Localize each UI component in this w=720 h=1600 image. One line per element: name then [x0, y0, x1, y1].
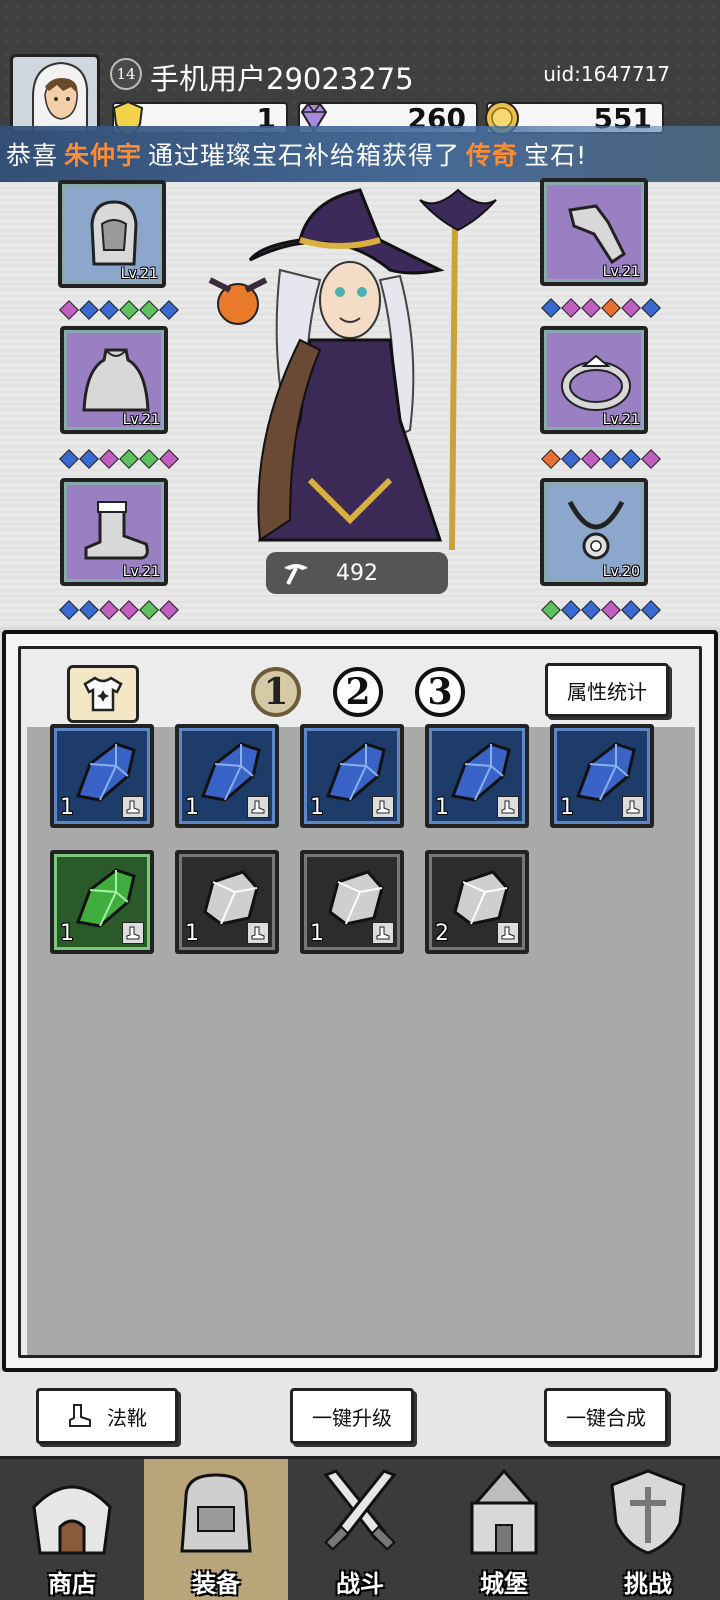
nav-label: 城堡	[480, 1570, 528, 1598]
attribute-stats-button[interactable]: 属性统计	[545, 663, 669, 717]
item-count: 1	[185, 921, 199, 946]
nav-label: 战斗	[336, 1570, 384, 1598]
power-display: 492	[266, 552, 448, 594]
slot-level: Lv.21	[122, 412, 160, 428]
page-tab-1[interactable]: 1	[251, 667, 301, 717]
banner-middle: 通过璀璨宝石补给箱获得了	[148, 141, 461, 170]
nav-battle[interactable]: 战斗	[288, 1459, 432, 1600]
shirt-icon	[83, 676, 123, 712]
inventory-item[interactable]: 1	[425, 724, 529, 828]
inventory-item[interactable]: 1	[50, 724, 154, 828]
nav-castle[interactable]: 城堡	[432, 1459, 576, 1600]
inventory-item[interactable]: 1	[175, 850, 279, 954]
username: 手机用户29023275	[150, 62, 414, 96]
banner-rarity: 传奇	[466, 141, 519, 170]
page-tab-2[interactable]: 2	[333, 667, 383, 717]
gem-sockets	[541, 600, 661, 620]
ring-icon	[561, 354, 631, 411]
item-count: 1	[435, 795, 449, 820]
boot-tag-icon	[622, 796, 644, 818]
inventory-item[interactable]: 2	[425, 850, 529, 954]
equip-slot-gloves[interactable]: Lv.21	[540, 178, 648, 286]
nav-equipment[interactable]: 装备	[144, 1459, 288, 1600]
item-count: 1	[310, 921, 324, 946]
boot-tag-icon	[122, 922, 144, 944]
boot-icon	[84, 501, 149, 560]
bottom-nav: 商店 装备 战斗 城堡 挑战	[0, 1456, 720, 1600]
page-tab-3[interactable]: 3	[415, 667, 465, 717]
inventory-item[interactable]: 1	[300, 724, 404, 828]
gem-sockets	[59, 300, 179, 320]
nav-shop[interactable]: 商店	[0, 1459, 144, 1600]
slot-level: Lv.21	[120, 266, 158, 282]
gem-sockets	[541, 449, 661, 469]
shield-emblem-icon	[610, 1469, 686, 1555]
uid-label: uid:1647717	[543, 62, 670, 86]
level-badge: 14	[110, 58, 142, 90]
banner-player: 朱仲宇	[64, 141, 143, 170]
item-count: 2	[435, 921, 449, 946]
gem-sockets	[59, 449, 179, 469]
gem-sockets	[541, 298, 661, 318]
necklace-icon	[567, 500, 625, 560]
item-count: 1	[60, 795, 74, 820]
boot-icon	[69, 1404, 91, 1427]
banner-prefix: 恭喜	[6, 141, 59, 170]
item-count: 1	[60, 921, 74, 946]
nav-label: 商店	[48, 1570, 96, 1598]
gem-sockets	[59, 600, 179, 620]
nav-label: 装备	[192, 1570, 240, 1598]
pickaxe-icon	[284, 564, 308, 585]
cloak-icon	[82, 348, 150, 412]
item-count: 1	[310, 795, 324, 820]
castle-icon	[470, 1468, 538, 1555]
banner-suffix: 宝石!	[524, 141, 588, 170]
equipment-filter-button[interactable]	[67, 665, 139, 723]
player-avatar[interactable]	[10, 54, 100, 134]
equip-slot-boots[interactable]: Lv.21	[60, 478, 168, 586]
boot-tag-icon	[122, 796, 144, 818]
equip-slot-necklace[interactable]: Lv.20	[540, 478, 648, 586]
slot-level: Lv.21	[122, 564, 160, 580]
power-value: 492	[336, 560, 378, 586]
boot-tag-icon	[497, 922, 519, 944]
boot-tag-icon	[372, 922, 394, 944]
inventory-item[interactable]: 1	[175, 724, 279, 828]
boot-tag-icon	[497, 796, 519, 818]
equip-slot-hood[interactable]: Lv.21	[58, 180, 166, 288]
equip-slot-ring[interactable]: Lv.21	[540, 326, 648, 434]
filter-label: 法靴	[107, 1405, 147, 1430]
boot-tag-icon	[247, 922, 269, 944]
hood-icon	[90, 200, 138, 266]
announcement-banner: 恭喜 朱仲宇 通过璀璨宝石补给箱获得了 传奇 宝石!	[0, 126, 720, 182]
inventory-item[interactable]: 1	[50, 850, 154, 954]
backpack-icon	[180, 1473, 252, 1553]
boot-tag-icon	[372, 796, 394, 818]
filter-boots-button[interactable]: 法靴	[36, 1388, 178, 1444]
crossed-swords-icon	[323, 1469, 397, 1551]
slot-level: Lv.21	[602, 264, 640, 280]
witch-character	[208, 188, 497, 551]
nav-label: 挑战	[624, 1570, 672, 1598]
item-count: 1	[185, 795, 199, 820]
inventory-item[interactable]: 1	[300, 850, 404, 954]
glove-icon	[568, 204, 626, 265]
equip-slot-cloak[interactable]: Lv.21	[60, 326, 168, 434]
shop-icon	[32, 1485, 112, 1555]
merge-all-button[interactable]: 一键合成	[544, 1388, 668, 1444]
slot-level: Lv.21	[602, 412, 640, 428]
slot-level: Lv.20	[602, 564, 640, 580]
inventory-item[interactable]: 1	[550, 724, 654, 828]
boot-tag-icon	[247, 796, 269, 818]
nav-challenge[interactable]: 挑战	[576, 1459, 720, 1600]
item-count: 1	[560, 795, 574, 820]
upgrade-all-button[interactable]: 一键升级	[290, 1388, 414, 1444]
